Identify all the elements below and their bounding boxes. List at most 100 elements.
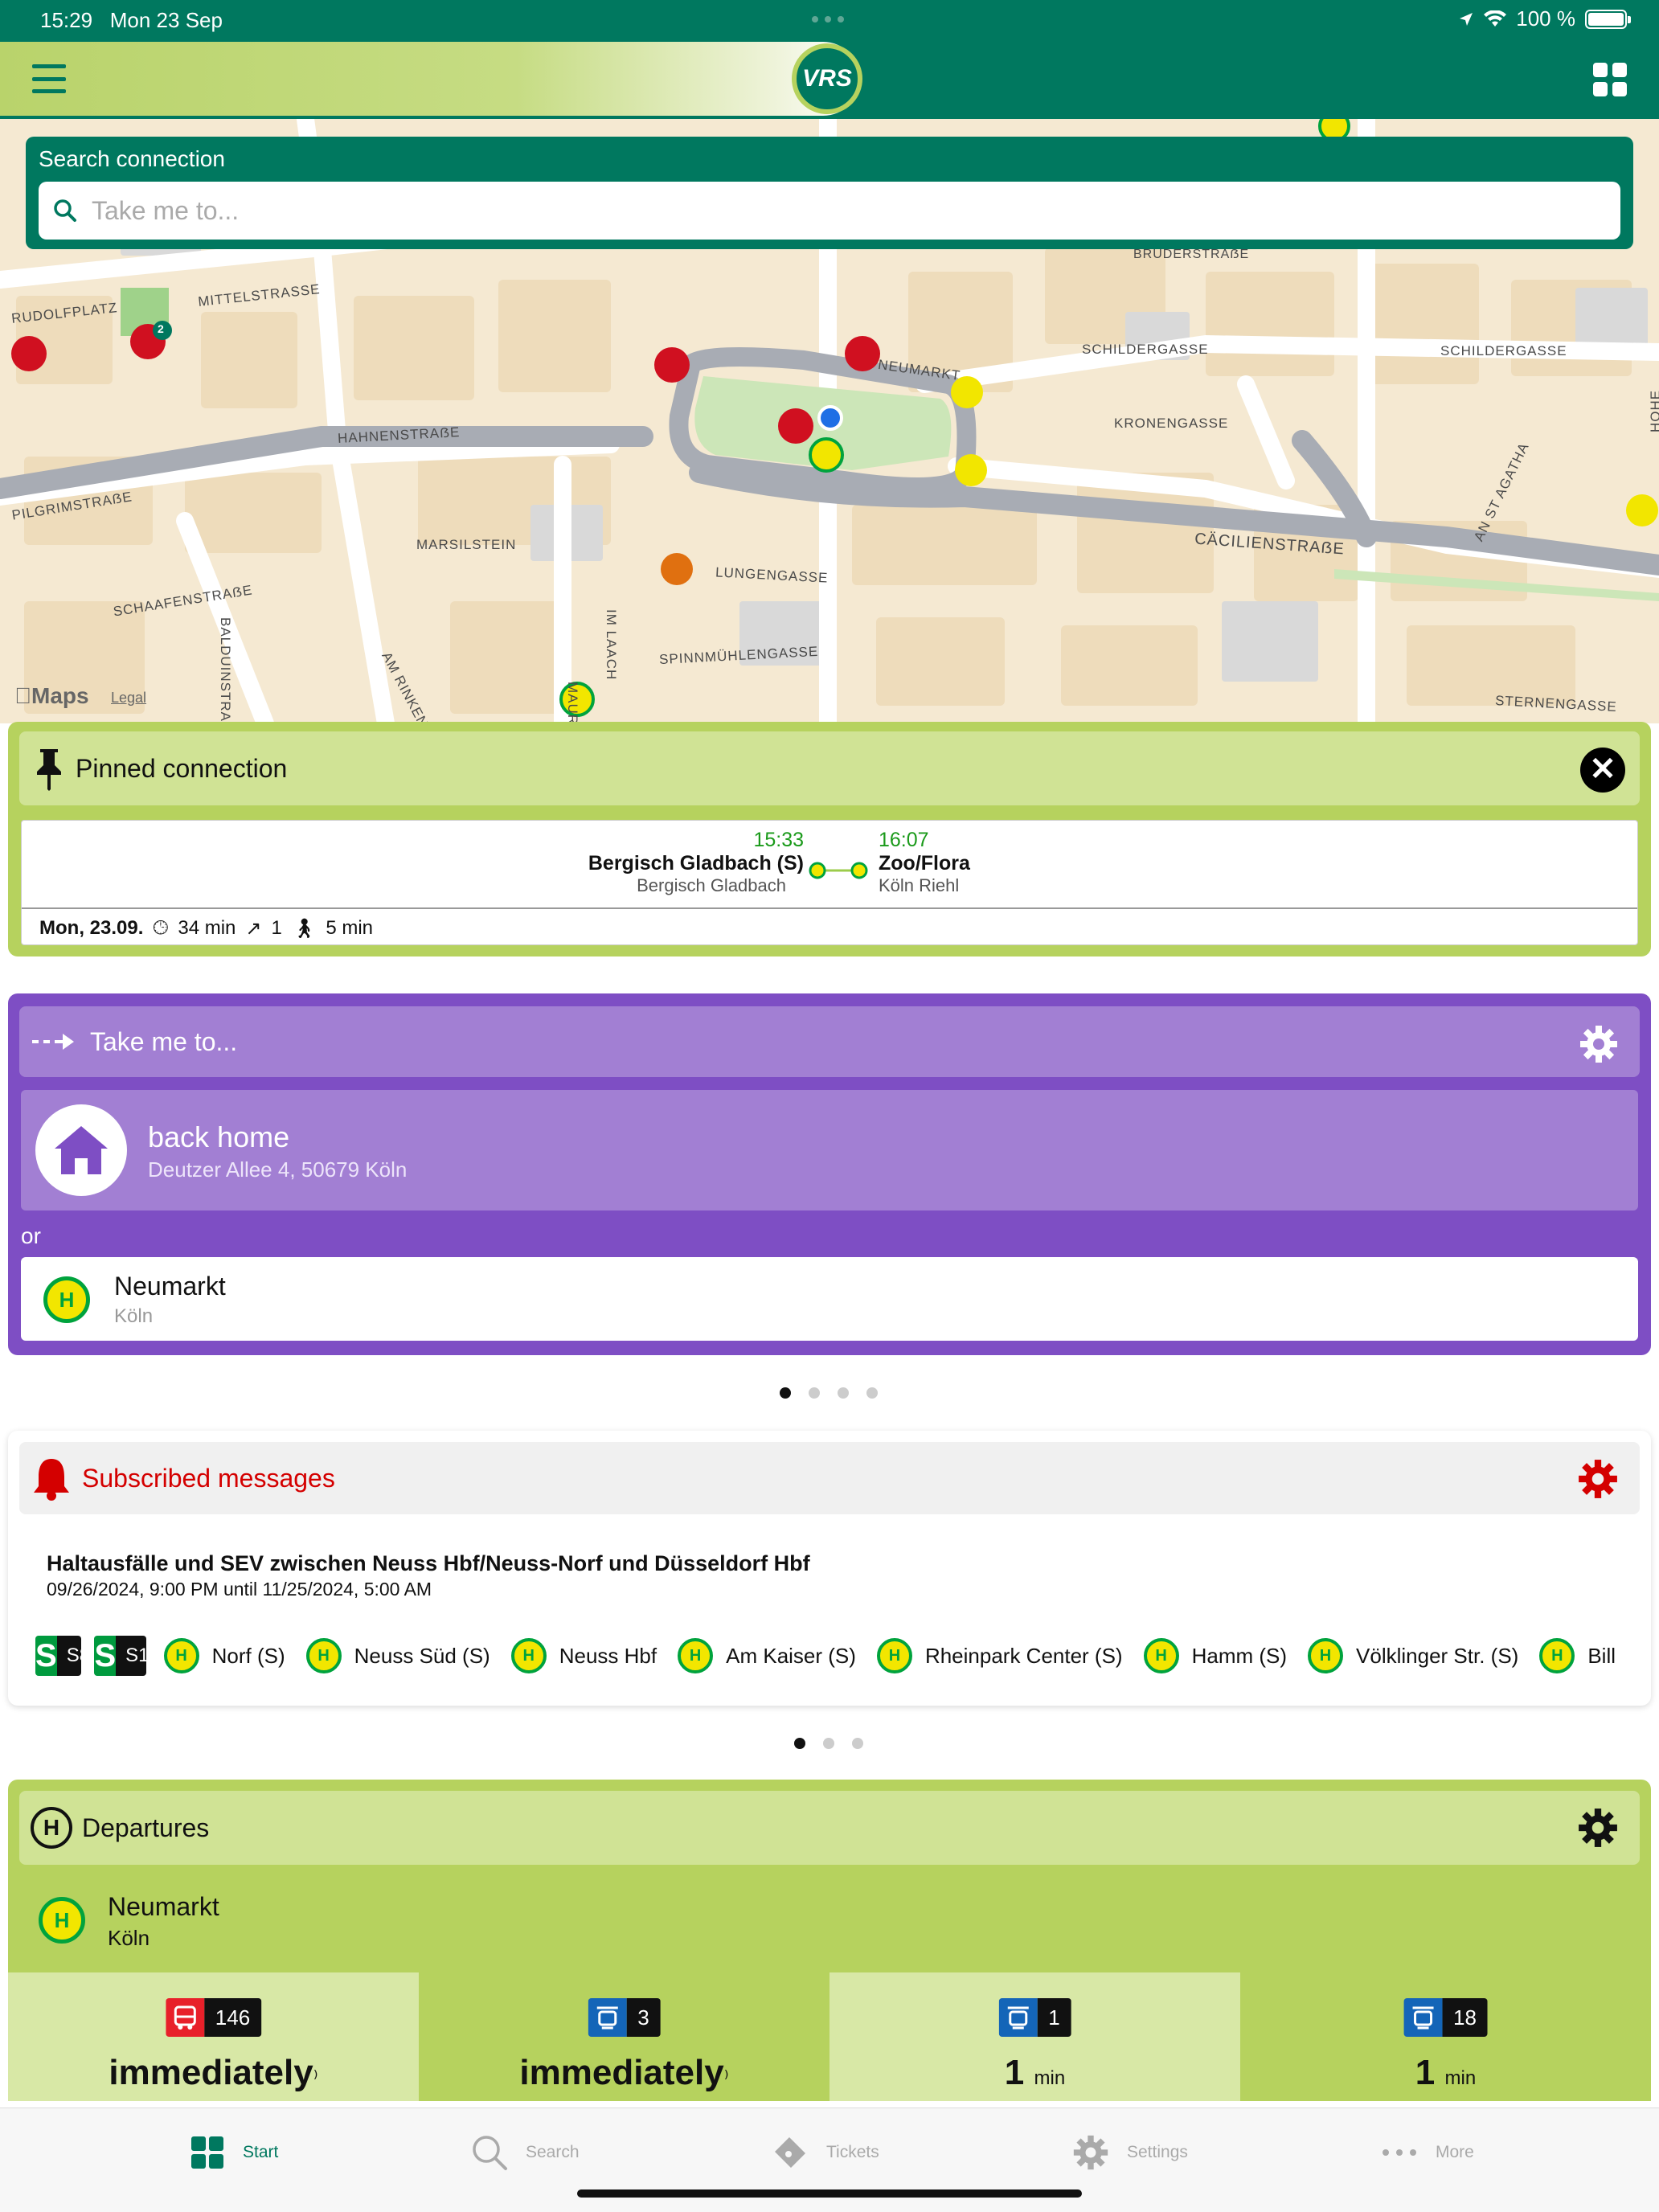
battery-icon [1585, 9, 1631, 29]
affected-stop: Neuss Hbf [559, 1643, 657, 1668]
stop-h-icon: H [39, 1897, 85, 1944]
tram-icon [998, 1998, 1038, 2037]
status-indicators: 100 % [1458, 6, 1631, 31]
departures-header: H Departures [19, 1791, 1640, 1865]
bus-icon [165, 1998, 204, 2037]
location-arrow-icon [1460, 12, 1473, 26]
line-badge: 1 [998, 1998, 1071, 2037]
street-label: SCHILDERGASSE [1440, 343, 1567, 358]
home-title: back home [148, 1120, 290, 1153]
page-indicator-favorites[interactable] [780, 1387, 878, 1399]
gear-icon [1073, 2135, 1108, 2170]
departure-time: immediately⁾ [519, 2053, 729, 2092]
affected-stop: Rheinpark Center (S) [924, 1643, 1123, 1668]
affected-stop: Bill [1587, 1643, 1616, 1668]
walk-icon: 🚶︎ [291, 917, 317, 940]
header-band [0, 42, 860, 116]
ticket-icon [775, 2137, 805, 2168]
take-me-to-card: Take me to... back home Deutzer Allee 4,… [8, 993, 1651, 1355]
wifi-icon [1484, 10, 1507, 27]
street-label: HOHE STRAẞE [1648, 389, 1659, 432]
tab-more[interactable]: More [1381, 2132, 1474, 2173]
pinned-connection-card: Pinned connection ✕ 15:33 Bergisch Gladb… [8, 722, 1651, 956]
pinned-header: Pinned connection ✕ [19, 731, 1640, 805]
departure-area: Bergisch Gladbach [637, 875, 786, 895]
gear-icon[interactable] [1577, 1807, 1619, 1849]
route-line-icon [809, 862, 868, 879]
search-box[interactable] [39, 182, 1620, 240]
tram-icon [1403, 1998, 1443, 2037]
departure-time: immediately⁾ [109, 2053, 318, 2092]
apps-grid-icon[interactable] [1593, 63, 1627, 96]
app-header: VRS [0, 42, 1659, 119]
search-input[interactable] [92, 195, 1606, 226]
favorite-stop-neumarkt[interactable]: H Neumarkt Köln [21, 1257, 1638, 1341]
stop-h-icon: H [1143, 1638, 1179, 1673]
gear-icon[interactable] [1577, 1458, 1619, 1500]
departures-card: H Departures H Neumarkt Köln 146 immedia… [8, 1780, 1651, 2101]
street-label: KRONENGASSE [1114, 416, 1229, 431]
favorite-stop-city: Köln [114, 1305, 154, 1327]
search-title: Search connection [39, 146, 225, 171]
battery-percent: 100 % [1516, 6, 1575, 31]
gear-icon[interactable] [1579, 1024, 1619, 1064]
tab-start[interactable]: Start [190, 2132, 278, 2173]
stop-h-icon: H [1308, 1638, 1344, 1673]
street-label: BALDUINSTRAẞE [218, 617, 233, 723]
home-address: Deutzer Allee 4, 50679 Köln [148, 1157, 408, 1182]
departure-station: Bergisch Gladbach (S) [588, 852, 804, 875]
tab-settings[interactable]: Settings [1072, 2132, 1188, 2173]
departure-item[interactable]: 3 immediately⁾ [419, 1972, 830, 2101]
pinned-title: Pinned connection [76, 753, 288, 783]
multitasking-dots[interactable] [812, 16, 847, 23]
departures-stop-city: Köln [108, 1926, 150, 1950]
stop-h-icon: H [876, 1638, 912, 1673]
status-bar: 15:29 Mon 23 Sep 100 % [0, 0, 1659, 42]
departure-item[interactable]: 1 1 min [830, 1972, 1240, 2101]
connection-duration: 34 min [178, 917, 236, 939]
favorite-stop-name: Neumarkt [114, 1272, 226, 1301]
affected-stop: Völklinger Str. (S) [1356, 1643, 1519, 1668]
apple-maps-logo: Maps [14, 683, 89, 708]
messages-header: Subscribed messages [19, 1442, 1640, 1514]
route-arrow-icon [32, 1034, 74, 1050]
street-label: MARSILSTEIN [416, 537, 517, 552]
departure-time: 1 min [1004, 2053, 1066, 2092]
tram-icon [588, 1998, 627, 2037]
hamburger-menu-icon[interactable] [32, 64, 66, 93]
affected-stop: Norf (S) [211, 1643, 285, 1668]
close-icon[interactable]: ✕ [1580, 748, 1625, 793]
page-indicator-messages[interactable] [794, 1738, 863, 1749]
street-label: MAURITIUS [565, 682, 580, 723]
search-icon [54, 199, 76, 222]
clock-icon: 🕒︎ [153, 917, 169, 939]
take-me-to-header[interactable]: Take me to... [19, 1006, 1640, 1077]
pinned-connection-details[interactable]: 15:33 Bergisch Gladbach (S) Bergisch Gla… [21, 820, 1638, 945]
affected-lines-stops[interactable]: SS8 SS11 H Norf (S) H Neuss Süd (S) H Neuss… [35, 1632, 1616, 1680]
tab-search[interactable]: Search [471, 2132, 580, 2173]
tab-tickets[interactable]: Tickets [772, 2132, 879, 2173]
departures-stop[interactable]: H Neumarkt Köln [32, 1884, 756, 1964]
connection-route: 15:33 Bergisch Gladbach (S) Bergisch Gla… [22, 821, 1637, 909]
message-period: 09/26/2024, 9:00 PM until 11/25/2024, 5:… [47, 1579, 432, 1600]
line-badge: 18 [1403, 1998, 1488, 2037]
departures-title: Departures [82, 1813, 210, 1842]
departure-item[interactable]: 146 immediately⁾ [8, 1972, 419, 2101]
message-headline[interactable]: Haltausfälle und SEV zwischen Neuss Hbf/… [47, 1551, 810, 1576]
line-badge-s8: SS8 [35, 1636, 82, 1676]
street-label: BRÜDERSTRAẞE [1133, 248, 1250, 261]
connection-summary: Mon, 23.09. 🕒︎ 34 min ↗ 1 🚶︎ 5 min [39, 911, 373, 946]
cluster-count: 2 [158, 322, 165, 335]
connection-date: Mon, 23.09. [39, 917, 144, 939]
maps-legal-link[interactable]: Legal [111, 690, 146, 707]
line-badge: 146 [165, 1998, 262, 2037]
affected-stop: Hamm (S) [1191, 1643, 1288, 1668]
affected-stop: Am Kaiser (S) [726, 1643, 856, 1668]
home-icon [35, 1104, 127, 1196]
favorite-home[interactable]: back home Deutzer Allee 4, 50679 Köln [21, 1090, 1638, 1210]
departure-item[interactable]: 18 1 min [1240, 1972, 1651, 2101]
street-label: IM LAACH [604, 609, 619, 681]
start-grid-icon [191, 2136, 223, 2169]
search-icon [473, 2136, 507, 2170]
home-indicator[interactable] [577, 2189, 1082, 2198]
